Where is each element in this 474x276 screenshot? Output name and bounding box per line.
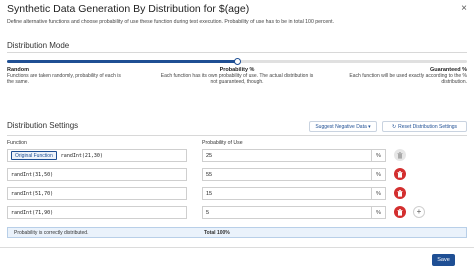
status-banner: Probability is correctly distributed. To…: [7, 227, 467, 238]
distribution-mode-title: Distribution Mode: [7, 41, 70, 50]
trash-icon: [397, 170, 403, 178]
percent-addon: %: [372, 187, 386, 200]
percent-addon: %: [372, 206, 386, 219]
mode-random[interactable]: Random Functions are taken randomly, pro…: [7, 67, 127, 85]
delete-row-button: [394, 149, 406, 161]
reset-icon: ↻: [391, 123, 397, 130]
probability-column-label: Probability of Use: [202, 140, 243, 146]
divider: [7, 52, 467, 53]
trash-icon: [397, 208, 403, 216]
delete-row-button[interactable]: [394, 206, 406, 218]
mode-guaranteed[interactable]: Guaranteed % Each function will be used …: [334, 67, 467, 85]
slider-thumb[interactable]: [233, 58, 241, 65]
function-value: randInt(51,70): [11, 190, 54, 197]
percent-addon: %: [372, 168, 386, 181]
dialog-title: Synthetic Data Generation By Distributio…: [7, 3, 250, 15]
probability-input[interactable]: 5: [202, 206, 372, 219]
reset-button-label: Reset Distribution Settings: [398, 123, 458, 130]
add-row-button[interactable]: +: [413, 206, 425, 218]
dialog-description: Define alternative functions and choose …: [7, 19, 335, 25]
close-icon[interactable]: ×: [461, 3, 467, 15]
function-row: randInt(71,90) 5 % +: [7, 206, 467, 219]
function-input[interactable]: randInt(51,70): [7, 187, 187, 200]
divider: [7, 135, 467, 136]
mode-probability[interactable]: Probability % Each function has its own …: [160, 67, 314, 85]
function-value: randInt(21,30): [60, 152, 103, 159]
function-value: randInt(31,50): [11, 171, 54, 178]
percent-addon: %: [372, 149, 386, 162]
trash-icon: [397, 151, 403, 159]
distribution-mode-slider[interactable]: [7, 58, 467, 65]
function-row: Original Function randInt(21,30) 25 %: [7, 149, 467, 162]
dialog-header: Synthetic Data Generation By Distributio…: [7, 3, 467, 17]
function-input[interactable]: Original Function randInt(21,30): [7, 149, 187, 162]
footer-divider: [0, 247, 474, 248]
mode-random-description: Functions are taken randomly, probabilit…: [7, 73, 121, 85]
function-column-label: Function: [7, 140, 27, 146]
status-total: Total 100%: [204, 229, 230, 236]
probability-input[interactable]: 25: [202, 149, 372, 162]
function-input[interactable]: randInt(31,50): [7, 168, 187, 181]
slider-fill: [7, 60, 237, 63]
save-button[interactable]: Save: [432, 254, 455, 266]
function-row: randInt(51,70) 15 %: [7, 187, 467, 200]
delete-row-button[interactable]: [394, 187, 406, 199]
probability-input[interactable]: 55: [202, 168, 372, 181]
reset-distribution-settings-button[interactable]: ↻ Reset Distribution Settings: [382, 121, 467, 132]
mode-guaranteed-description: Each function will be used exactly accor…: [349, 73, 467, 85]
delete-row-button[interactable]: [394, 168, 406, 180]
status-message: Probability is correctly distributed.: [14, 229, 89, 236]
original-function-button[interactable]: Original Function: [11, 151, 57, 160]
function-input[interactable]: randInt(71,90): [7, 206, 187, 219]
mode-probability-description: Each function has its own probability of…: [160, 73, 314, 85]
distribution-settings-title: Distribution Settings: [7, 121, 79, 130]
suggest-negative-data-button[interactable]: Suggest Negative Data ▾: [309, 121, 377, 132]
function-value: randInt(71,90): [11, 209, 54, 216]
probability-input[interactable]: 15: [202, 187, 372, 200]
trash-icon: [397, 189, 403, 197]
function-row: randInt(31,50) 55 %: [7, 168, 467, 181]
